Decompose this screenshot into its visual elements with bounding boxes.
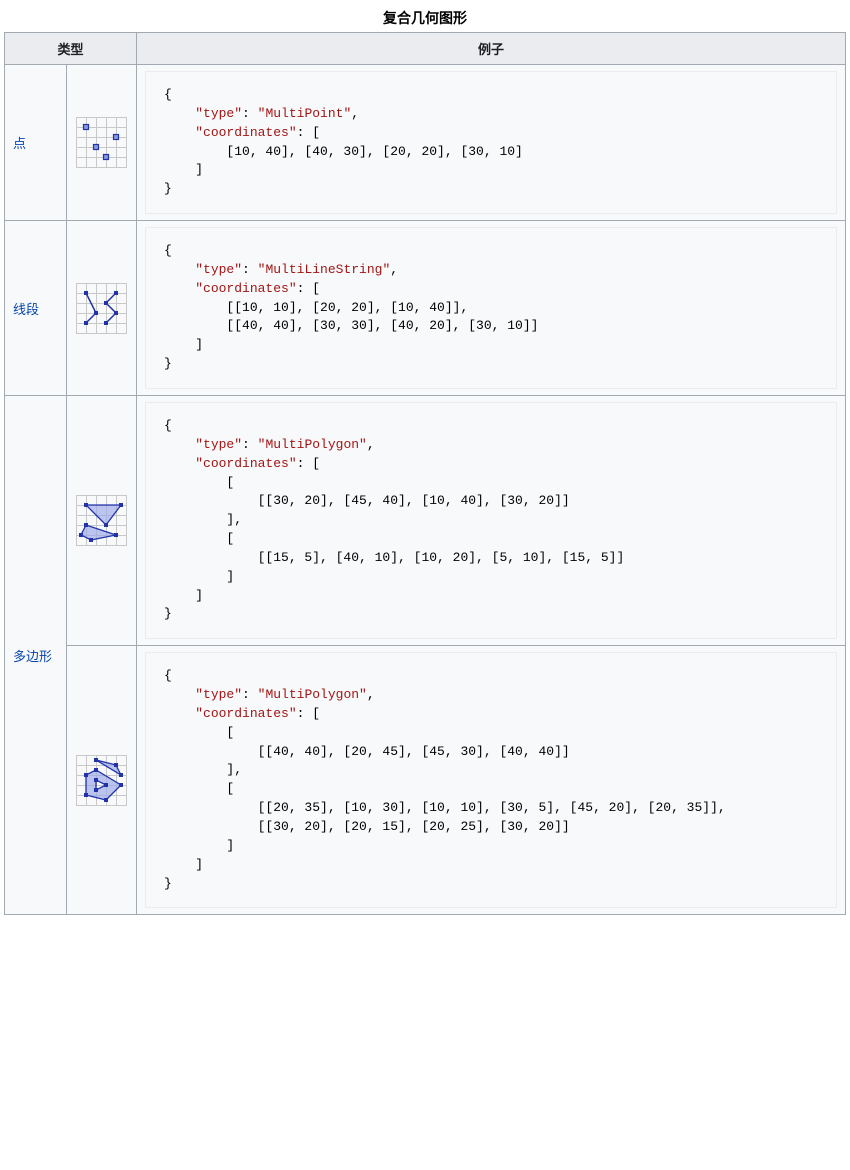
code-multilinestring: { "type": "MultiLineString", "coordinate… — [145, 227, 837, 389]
img-cell-multipolygon-2 — [67, 646, 137, 915]
img-cell-multilinestring — [67, 221, 137, 396]
geometry-table: 复合几何图形 类型 例子 点 — [4, 4, 846, 915]
table-row: 点 { "type": "MultiPoint", — [5, 65, 846, 221]
code-cell-multipolygon-1: { "type": "MultiPolygon", "coordinates":… — [137, 395, 846, 645]
multipoint-icon — [76, 117, 127, 168]
code-multipolygon-1: { "type": "MultiPolygon", "coordinates":… — [145, 402, 837, 639]
multipolygon-hole-icon — [76, 755, 127, 806]
multilinestring-icon — [76, 283, 127, 334]
table-row: { "type": "MultiPolygon", "coordinates":… — [5, 646, 846, 915]
type-cell-point: 点 — [5, 65, 67, 221]
code-multipolygon-2: { "type": "MultiPolygon", "coordinates":… — [145, 652, 837, 908]
code-cell-multipolygon-2: { "type": "MultiPolygon", "coordinates":… — [137, 646, 846, 915]
link-polygon[interactable]: 多边形 — [13, 649, 52, 664]
img-cell-multipoint — [67, 65, 137, 221]
code-cell-multipoint: { "type": "MultiPoint", "coordinates": [… — [137, 65, 846, 221]
table-caption: 复合几何图形 — [4, 4, 846, 32]
type-cell-polygon: 多边形 — [5, 395, 67, 914]
link-point[interactable]: 点 — [13, 136, 26, 151]
link-line[interactable]: 线段 — [13, 302, 39, 317]
header-example: 例子 — [137, 33, 846, 65]
code-multipoint: { "type": "MultiPoint", "coordinates": [… — [145, 71, 837, 214]
header-type: 类型 — [5, 33, 137, 65]
multipolygon-icon — [76, 495, 127, 546]
table-row: 多边形 { — [5, 395, 846, 645]
type-cell-line: 线段 — [5, 221, 67, 396]
code-cell-multilinestring: { "type": "MultiLineString", "coordinate… — [137, 221, 846, 396]
table-row: 线段 { " — [5, 221, 846, 396]
img-cell-multipolygon-1 — [67, 395, 137, 645]
